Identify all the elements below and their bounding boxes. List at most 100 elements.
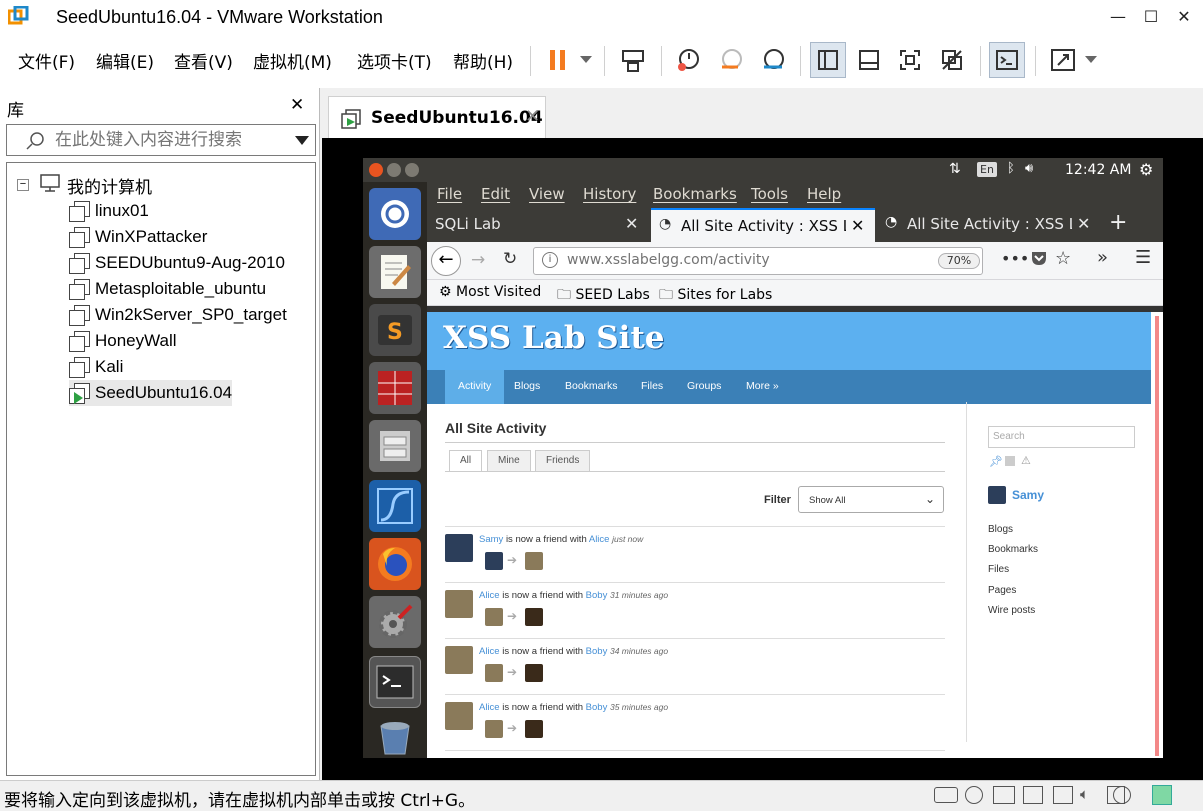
avatar[interactable] xyxy=(445,702,473,730)
text-editor-icon[interactable] xyxy=(369,246,421,298)
close-icon[interactable]: ✕ xyxy=(525,106,540,127)
avatar[interactable] xyxy=(485,608,503,626)
bookmark-seed-labs[interactable]: 🗀︎ SEED Labs xyxy=(557,284,650,308)
stretch-icon[interactable] xyxy=(1045,42,1081,78)
window-minimize-button[interactable] xyxy=(387,163,401,177)
avatar[interactable] xyxy=(525,608,543,626)
terminal-icon[interactable] xyxy=(369,656,421,708)
page-scrollbar[interactable] xyxy=(1155,316,1159,756)
gear-icon[interactable]: ⚙ xyxy=(1139,160,1153,179)
close-icon[interactable]: ✕ xyxy=(625,214,638,233)
nav-files[interactable]: Files xyxy=(641,380,663,392)
nav-activity[interactable]: Activity xyxy=(445,370,505,404)
sidebar-link-wire-posts[interactable]: Wire posts xyxy=(988,605,1035,616)
sidebar-user-name[interactable]: Samy xyxy=(1012,488,1044,502)
sidebar-link-bookmarks[interactable]: Bookmarks xyxy=(988,544,1038,555)
bluetooth-icon[interactable]: ᛒ xyxy=(1007,161,1015,176)
menu-tabs[interactable]: 选项卡(T) xyxy=(357,48,432,73)
avatar[interactable] xyxy=(525,720,543,738)
rss-icon[interactable] xyxy=(1005,456,1015,466)
snapshot-icon[interactable] xyxy=(670,42,706,78)
guest-desktop[interactable]: ⇅ En ᛒ 🔊︎ 12:42 AM ⚙ S File Edit View Hi… xyxy=(363,158,1163,758)
library-search[interactable] xyxy=(6,124,316,156)
menu-file[interactable]: 文件(F) xyxy=(18,48,75,73)
cd-drive-icon[interactable] xyxy=(965,786,983,804)
tab-mine[interactable]: Mine xyxy=(487,450,531,472)
chevron-down-icon[interactable] xyxy=(295,136,309,145)
tab-all[interactable]: All xyxy=(449,450,483,472)
activity-subject[interactable]: Alice xyxy=(479,590,500,601)
network-icon[interactable]: ⇅ xyxy=(949,161,961,177)
activity-object[interactable]: Alice xyxy=(589,534,610,545)
filter-select[interactable]: Show All ⌄ xyxy=(798,486,944,513)
activity-object[interactable]: Boby xyxy=(586,646,608,657)
ff-menu-file[interactable]: File xyxy=(437,185,462,203)
unity-icon[interactable] xyxy=(934,42,970,78)
snapshot-manager-icon[interactable] xyxy=(755,42,791,78)
bookmark-most-visited[interactable]: ⚙ Most Visited xyxy=(439,284,541,300)
firefox-icon[interactable] xyxy=(369,538,421,590)
activity-subject[interactable]: Alice xyxy=(479,646,500,657)
avatar[interactable] xyxy=(445,534,473,562)
hard-disk-icon[interactable] xyxy=(934,787,958,803)
ff-menu-view[interactable]: View xyxy=(529,185,565,203)
close-icon[interactable]: ✕ xyxy=(1077,214,1090,233)
send-keys-icon[interactable] xyxy=(615,42,651,78)
site-title[interactable]: XSS Lab Site xyxy=(443,320,665,356)
reload-icon[interactable]: ↻ xyxy=(503,249,517,269)
avatar[interactable] xyxy=(445,590,473,618)
hamburger-menu-icon[interactable]: ☰ xyxy=(1135,247,1151,268)
vm-item-win2kserver[interactable]: Win2kServer_SP0_target xyxy=(69,302,287,328)
menu-help[interactable]: 帮助(H) xyxy=(453,48,513,73)
forward-button[interactable]: → xyxy=(471,250,485,270)
activity-object[interactable]: Boby xyxy=(586,590,608,601)
chevron-down-icon[interactable] xyxy=(1085,56,1097,63)
avatar[interactable] xyxy=(525,664,543,682)
spreadsheet-icon[interactable] xyxy=(369,362,421,414)
url-bar[interactable]: i www.xsslabelgg.com/activity 70% xyxy=(533,247,983,275)
fullscreen-icon[interactable] xyxy=(892,42,928,78)
close-icon[interactable]: ✕ xyxy=(290,95,304,115)
overflow-chevron-icon[interactable]: » xyxy=(1097,247,1108,268)
maximize-button[interactable]: ☐ xyxy=(1136,4,1166,30)
vm-item-honeywall[interactable]: HoneyWall xyxy=(69,328,177,354)
keyboard-lang-indicator[interactable]: En xyxy=(977,162,997,177)
vm-item-seedubuntu9[interactable]: SEEDUbuntu9-Aug-2010 xyxy=(69,250,285,276)
zoom-indicator[interactable]: 70% xyxy=(938,253,980,269)
window-maximize-button[interactable] xyxy=(405,163,419,177)
usb-icon[interactable] xyxy=(1023,786,1043,804)
nav-blogs[interactable]: Blogs xyxy=(514,380,540,392)
browser-tab-activity-2[interactable]: ◔ All Site Activity : XSS Lab ✕ xyxy=(877,208,1101,242)
dash-icon[interactable] xyxy=(369,188,421,240)
collapse-icon[interactable]: − xyxy=(17,179,29,191)
minimize-button[interactable]: — xyxy=(1103,4,1133,30)
chevron-down-icon[interactable] xyxy=(580,56,592,63)
vm-item-kali[interactable]: Kali xyxy=(69,354,123,380)
volume-icon[interactable]: 🔊︎ xyxy=(1025,161,1033,176)
pin-icon[interactable]: 📌︎ xyxy=(989,455,1003,468)
star-icon[interactable]: ☆ xyxy=(1055,248,1071,269)
activity-object[interactable]: Boby xyxy=(586,702,608,713)
back-button[interactable]: ← xyxy=(431,246,461,276)
ff-menu-bookmarks[interactable]: Bookmarks xyxy=(653,185,737,203)
vm-item-metasploitable[interactable]: Metasploitable_ubuntu xyxy=(69,276,266,302)
network-adapter-icon[interactable] xyxy=(993,786,1015,804)
web-page[interactable]: XSS Lab Site Activity Blogs Bookmarks Fi… xyxy=(427,306,1163,758)
sidebar-search-input[interactable]: Search xyxy=(988,426,1135,448)
sidebar-link-pages[interactable]: Pages xyxy=(988,585,1016,596)
activity-subject[interactable]: Samy xyxy=(479,534,503,545)
ff-menu-help[interactable]: Help xyxy=(807,185,841,203)
page-actions-icon[interactable]: ••• xyxy=(1001,249,1029,268)
nav-bookmarks[interactable]: Bookmarks xyxy=(565,380,618,392)
tab-friends[interactable]: Friends xyxy=(535,450,591,472)
sidebar-link-blogs[interactable]: Blogs xyxy=(988,524,1013,535)
info-icon[interactable]: i xyxy=(542,252,558,268)
sidebar-link-files[interactable]: Files xyxy=(988,564,1009,575)
vm-item-linux01[interactable]: linux01 xyxy=(69,198,149,224)
avatar[interactable] xyxy=(485,552,503,570)
trash-icon[interactable] xyxy=(369,712,421,758)
avatar[interactable] xyxy=(525,552,543,570)
cd-drive-icon[interactable] xyxy=(1113,786,1131,804)
report-icon[interactable]: ⚠ xyxy=(1021,454,1031,467)
browser-tab-activity[interactable]: ◔ All Site Activity : XSS Lab ✕ xyxy=(651,208,875,242)
